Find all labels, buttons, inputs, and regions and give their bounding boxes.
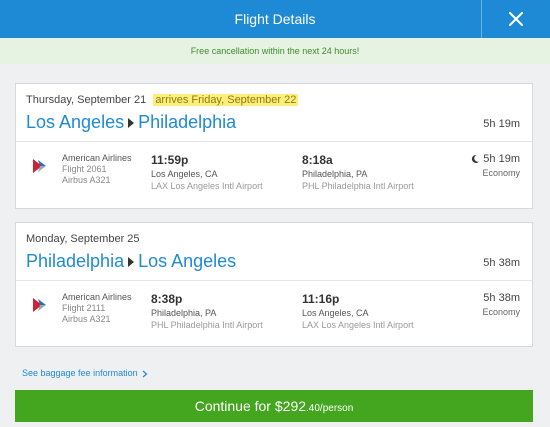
airline-info: American Airlines Flight 2111 Airbus A32… (62, 292, 132, 325)
segment-duration: 5h 19m (483, 153, 520, 165)
destination-city: Philadelphia (138, 112, 237, 132)
segment-summary: 5h 19m Economy (470, 152, 520, 180)
arrival-airport: PHL Philadelphia Intl Airport (302, 181, 414, 191)
continue-label: Continue for (194, 398, 275, 414)
page-title: Flight Details (234, 11, 316, 27)
baggage-fee-label: See baggage fee information (22, 368, 138, 378)
departure-time: 8:38p (151, 292, 183, 306)
arrival-info: 11:16p Los Angeles, CA LAX Los Angeles I… (302, 291, 414, 331)
segment-duration-row: 5h 19m (470, 152, 520, 166)
arrival-city: Los Angeles, CA (302, 308, 369, 318)
departure-city: Los Angeles, CA (151, 169, 218, 179)
continue-button[interactable]: Continue for $292.40/person (15, 390, 533, 422)
arrival-airport: LAX Los Angeles Intl Airport (302, 320, 414, 330)
price-main: $292 (274, 398, 307, 414)
departure-time: 11:59p (151, 153, 189, 167)
segment-duration-row: 5h 38m (482, 291, 520, 305)
flight-date: Thursday, September 21 arrives Friday, S… (26, 94, 299, 106)
flight-segment: American Airlines Flight 2061 Airbus A32… (16, 142, 532, 208)
arrival-time: 8:18a (302, 153, 333, 167)
triangle-right-icon (128, 117, 135, 128)
american-airlines-logo (33, 159, 46, 173)
departure-city: Philadelphia, PA (151, 308, 217, 318)
departure-info: 8:38p Philadelphia, PA PHL Philadelphia … (151, 291, 263, 331)
airline-name: American Airlines (62, 153, 132, 163)
destination-city: Los Angeles (138, 251, 237, 271)
cabin-class: Economy (482, 168, 520, 178)
departure-airport: PHL Philadelphia Intl Airport (151, 320, 263, 330)
origin-city: Philadelphia (26, 251, 125, 271)
arrival-time: 11:16p (302, 292, 340, 306)
route-title: Los Angeles Philadelphia (26, 112, 236, 133)
chevron-right-icon (142, 370, 148, 378)
arrival-date-note: arrives Friday, September 22 (153, 94, 299, 106)
departure-date: Monday, September 25 (26, 233, 140, 245)
moon-icon (472, 154, 480, 163)
free-cancellation-banner: Free cancellation within the next 24 hou… (0, 38, 550, 64)
departure-airport: LAX Los Angeles Intl Airport (151, 181, 263, 191)
flight-segment: American Airlines Flight 2111 Airbus A32… (16, 281, 532, 347)
arrival-info: 8:18a Philadelphia, PA PHL Philadelphia … (302, 152, 414, 192)
flight-number: Flight 2111 (62, 303, 106, 313)
outbound-flight-card: Thursday, September 21 arrives Friday, S… (15, 83, 533, 209)
return-flight-card: Monday, September 25 Philadelphia Los An… (15, 222, 533, 347)
departure-info: 11:59p Los Angeles, CA LAX Los Angeles I… (151, 152, 263, 192)
baggage-fee-link[interactable]: See baggage fee information (22, 368, 148, 378)
airline-name: American Airlines (62, 292, 132, 302)
origin-city: Los Angeles (26, 112, 125, 132)
route-title: Philadelphia Los Angeles (26, 251, 236, 272)
departure-date: Thursday, September 21 (26, 94, 147, 106)
segment-duration: 5h 38m (483, 292, 520, 304)
price-per-person: .40/person (306, 403, 354, 414)
triangle-right-icon (128, 256, 135, 267)
airline-info: American Airlines Flight 2061 Airbus A32… (62, 153, 132, 186)
aircraft-type: Airbus A321 (62, 314, 111, 324)
total-duration: 5h 19m (483, 118, 520, 130)
cabin-class: Economy (482, 307, 520, 317)
total-duration: 5h 38m (483, 257, 520, 269)
close-button[interactable] (482, 0, 550, 38)
close-icon (509, 12, 523, 26)
flight-date: Monday, September 25 (26, 233, 140, 245)
flight-number: Flight 2061 (62, 164, 107, 174)
american-airlines-logo (33, 298, 46, 312)
arrival-city: Philadelphia, PA (302, 169, 368, 179)
header-bar: Flight Details (0, 0, 550, 38)
aircraft-type: Airbus A321 (62, 175, 111, 185)
segment-summary: 5h 38m Economy (482, 291, 520, 319)
